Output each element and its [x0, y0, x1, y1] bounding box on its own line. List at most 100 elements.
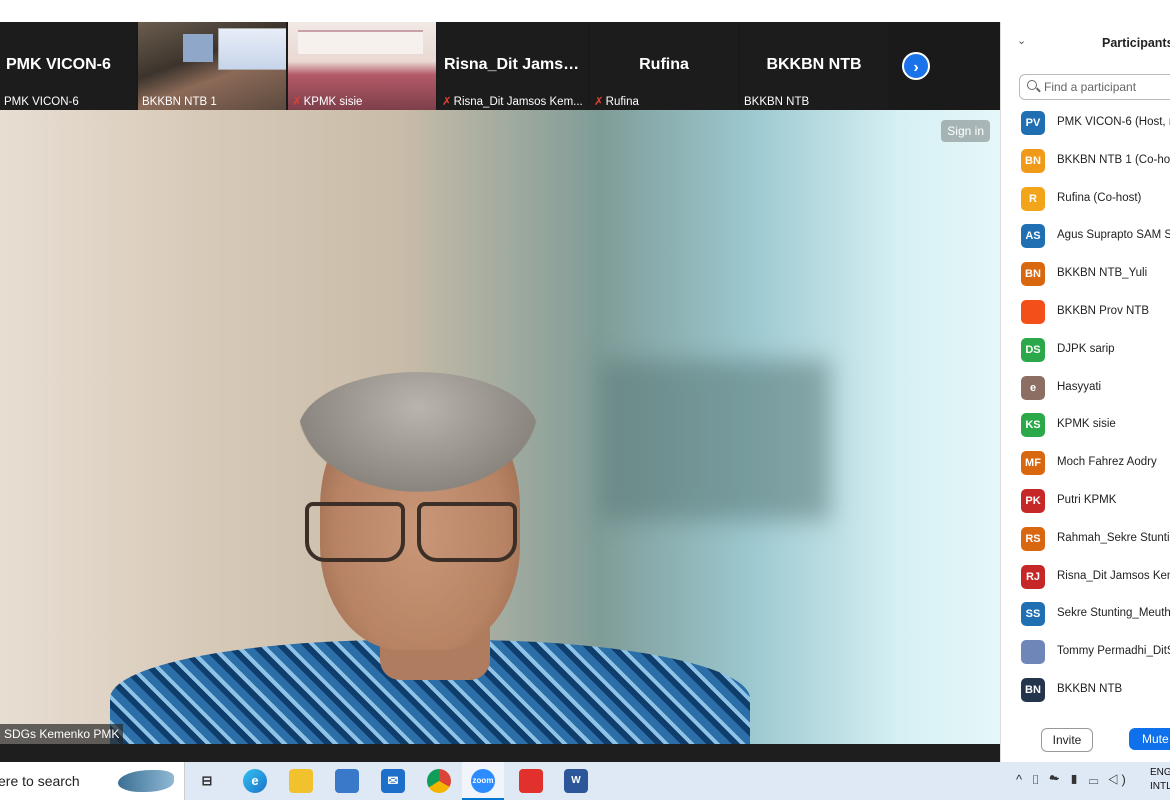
tile-caption: ✗ Rufina — [594, 96, 639, 108]
participant-name: Agus Suprapto SAM S — [1057, 229, 1170, 242]
edge-icon[interactable]: e — [243, 769, 267, 793]
thumbnail-tile-3[interactable]: ✗ KPMK sisie — [288, 22, 436, 110]
video-feed — [298, 30, 423, 54]
participant-name: Hasyyati — [1057, 380, 1102, 393]
participant-name: Tommy Permadhi_DitS — [1057, 645, 1170, 658]
tile-name: BKKBN NTB — [766, 56, 862, 73]
avatar: e — [1021, 375, 1045, 400]
avatar — [1021, 299, 1045, 324]
tile-name: Risna_Dit Jamso... — [444, 56, 587, 73]
system-tray-icons[interactable]: ^ ⌷ ☁ ▮ ▭ ◁) — [1016, 772, 1129, 788]
participant-name: PMK VICON-6 (Host, m — [1057, 116, 1170, 128]
thumbnail-tile-1[interactable]: PMK VICON-6 PMK VICON-6 — [0, 22, 136, 110]
tile-name: PMK VICON-6 — [6, 56, 111, 73]
avatar: MF — [1021, 451, 1045, 476]
participant-row[interactable]: R Rufina (Co-host) — [1001, 180, 1170, 218]
avatar: RJ — [1021, 564, 1045, 589]
word-icon[interactable]: W — [564, 769, 588, 793]
participant-row[interactable]: KS KPMK sisie — [1001, 406, 1170, 444]
invite-button[interactable]: Invite — [1041, 728, 1093, 752]
chrome-icon[interactable] — [427, 769, 451, 793]
chevron-right-icon[interactable]: › — [902, 52, 930, 80]
video-feed — [183, 34, 213, 62]
tile-caption: ✗ KPMK sisie — [292, 96, 363, 108]
participant-name: Sekre Stunting_Meuth — [1057, 607, 1170, 620]
top-margin — [0, 0, 1170, 22]
participant-name: BKKBN NTB 1 (Co-host — [1057, 153, 1170, 166]
lens-left — [305, 502, 405, 562]
participant-row[interactable]: BN BKKBN NTB_Yuli — [1001, 255, 1170, 293]
participant-name: Rufina (Co-host) — [1057, 191, 1142, 204]
active-speaker-video: Sign in SDGs Kemenko PMK — [0, 110, 1000, 744]
taskbar-search-text: ere to search — [0, 773, 80, 789]
avatar: AS — [1021, 224, 1045, 249]
thumbnail-tile-5[interactable]: Rufina ✗ Rufina — [590, 22, 738, 110]
taskbar-search-box[interactable]: ere to search — [0, 762, 185, 800]
tile-name: Rufina — [639, 56, 689, 73]
mute-all-button[interactable]: Mute — [1129, 728, 1170, 750]
thumbnail-tile-4[interactable]: Risna_Dit Jamso... ✗ Risna_Dit Jamsos Kem… — [438, 22, 588, 110]
participant-row[interactable]: PK Putri KPMK — [1001, 482, 1170, 520]
participant-row[interactable]: MF Moch Fahrez Aodry — [1001, 444, 1170, 482]
participant-row[interactable]: AS Agus Suprapto SAM S — [1001, 217, 1170, 255]
keyboard-layout: INTL — [1150, 781, 1170, 792]
avatar: BN — [1021, 677, 1045, 702]
participant-thumbnail-strip: PMK VICON-6 PMK VICON-6 BKKBN NTB 1 ✗ KPM… — [0, 22, 1000, 110]
avatar: PV — [1021, 111, 1045, 135]
windows-taskbar: ere to search ⊟ e ✉ zoom W ^ ⌷ ☁ ▮ ▭ ◁) … — [0, 762, 1170, 800]
thumbnail-tile-2[interactable]: BKKBN NTB 1 — [138, 22, 286, 110]
participant-row[interactable]: RJ Risna_Dit Jamsos Kem — [1001, 558, 1170, 596]
participant-name: BKKBN Prov NTB — [1057, 304, 1150, 317]
participant-row[interactable]: e Hasyyati — [1001, 369, 1170, 407]
search-icon — [1027, 80, 1037, 90]
store-icon[interactable] — [335, 769, 359, 793]
muted-mic-icon: ✗ — [442, 96, 452, 108]
search-highlight-image — [118, 770, 174, 792]
muted-mic-icon: ✗ — [594, 96, 604, 108]
participant-list: PV PMK VICON-6 (Host, m BN BKKBN NTB 1 (Co-… — [1001, 104, 1170, 709]
file-explorer-icon[interactable] — [289, 769, 313, 793]
participant-row[interactable]: RS Rahmah_Sekre Stuntin — [1001, 520, 1170, 558]
search-placeholder: Find a participant — [1044, 80, 1137, 94]
participant-name: Putri KPMK — [1057, 493, 1117, 506]
participant-row[interactable]: DS DJPK sarip — [1001, 331, 1170, 369]
tile-caption: BKKBN NTB 1 — [142, 96, 217, 108]
language-indicator[interactable]: ENG INTL — [1150, 766, 1170, 794]
zoom-icon[interactable]: zoom — [471, 769, 495, 793]
avatar: BN — [1021, 148, 1045, 173]
participants-panel: ⌄ Participants Find a participant PV PMK … — [1000, 22, 1170, 762]
participant-name: BKKBN NTB_Yuli — [1057, 267, 1148, 280]
participant-row[interactable]: PV PMK VICON-6 (Host, m — [1001, 104, 1170, 142]
muted-mic-icon: ✗ — [292, 96, 302, 108]
participant-row[interactable]: SS Sekre Stunting_Meuth — [1001, 595, 1170, 633]
avatar: KS — [1021, 413, 1045, 438]
acrobat-icon[interactable] — [519, 769, 543, 793]
avatar: BN — [1021, 262, 1045, 287]
tile-caption: PMK VICON-6 — [4, 96, 79, 108]
panel-title: Participants — [1102, 36, 1170, 50]
sign-in-button[interactable]: Sign in — [941, 120, 990, 142]
participant-row[interactable]: BN BKKBN NTB 1 (Co-host — [1001, 142, 1170, 180]
avatar — [1021, 640, 1045, 665]
collapse-chevron-icon[interactable]: ⌄ — [1017, 34, 1026, 47]
participant-name: Moch Fahrez Aodry — [1057, 456, 1157, 469]
speaker-hair — [298, 372, 538, 492]
avatar: R — [1021, 186, 1045, 211]
lens-right — [417, 502, 517, 562]
avatar: SS — [1021, 602, 1045, 627]
mail-icon[interactable]: ✉ — [381, 769, 405, 793]
tile-caption: BKKBN NTB — [744, 96, 810, 108]
find-participant-input[interactable]: Find a participant — [1019, 74, 1170, 100]
participant-name: KPMK sisie — [1057, 418, 1116, 431]
background-blur — [600, 360, 830, 520]
participant-row[interactable]: Tommy Permadhi_DitS — [1001, 633, 1170, 671]
participant-name: Risna_Dit Jamsos Kem — [1057, 569, 1170, 582]
participant-name: Rahmah_Sekre Stuntin — [1057, 531, 1170, 544]
task-view-icon[interactable]: ⊟ — [195, 769, 219, 793]
projector-screen — [218, 28, 286, 70]
participant-row[interactable]: BKKBN Prov NTB — [1001, 293, 1170, 331]
participant-row[interactable]: BN BKKBN NTB — [1001, 671, 1170, 709]
avatar: RS — [1021, 526, 1045, 551]
participant-name: DJPK sarip — [1057, 342, 1115, 355]
thumbnail-tile-6[interactable]: BKKBN NTB BKKBN NTB — [740, 22, 888, 110]
